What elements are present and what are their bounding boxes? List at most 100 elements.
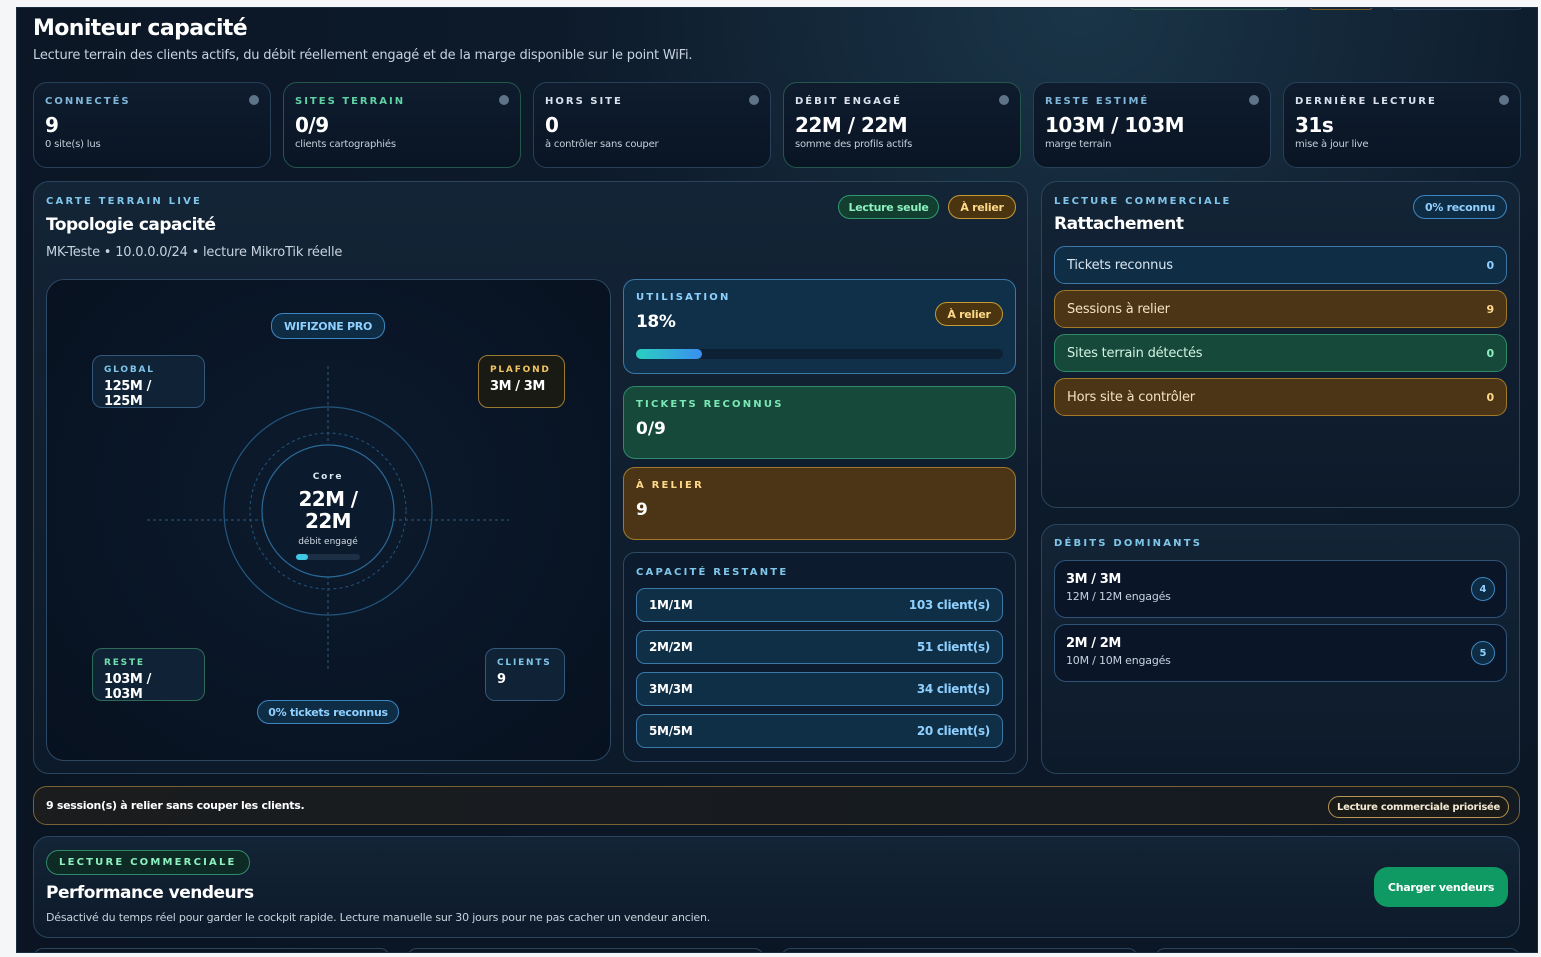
debit-sub: 12M / 12M engagés — [1066, 590, 1171, 603]
capacite-profile: 3M/3M — [649, 682, 693, 696]
capacite-label: Capacité restante — [636, 567, 789, 578]
rattachement-eyebrow: Lecture commerciale — [1054, 196, 1232, 207]
utilisation-card: Utilisation 18% À relier — [623, 279, 1016, 374]
tickets-value: 0/9 — [636, 419, 666, 439]
node-plafond: Plafond 3M / 3M — [478, 355, 565, 408]
rattachement-row-sites: Sites terrain détectés 0 — [1054, 334, 1507, 372]
capacite-clients: 20 client(s) — [916, 724, 990, 738]
debit-title: 3M / 3M — [1066, 572, 1121, 587]
core-progress-fill — [296, 554, 308, 560]
kpi-label: Reste estimé — [1045, 96, 1150, 107]
capacity-monitor: Moniteur capacité Lecture terrain des cl… — [16, 7, 1538, 953]
vendeurs-subtitle: Désactivé du temps réel pour garder le c… — [46, 911, 711, 924]
topology-subtitle: MK-Teste • 10.0.0.0/24 • lecture MikroTi… — [46, 245, 343, 260]
capacite-row: 3M/3M 34 client(s) — [636, 672, 1003, 706]
debits-panel: Débits dominants 3M / 3M 12M / 12M engag… — [1041, 524, 1520, 774]
page-title: Moniteur capacité — [33, 16, 248, 41]
debit-item: 3M / 3M 12M / 12M engagés 4 — [1054, 560, 1507, 618]
capacite-profile: 1M/1M — [649, 598, 693, 612]
tickets-label: Tickets reconnus — [636, 399, 784, 410]
row-label: Sites terrain détectés — [1067, 345, 1203, 361]
vendeur-card — [781, 948, 1138, 952]
utilisation-bar — [636, 349, 1003, 359]
debits-eyebrow: Débits dominants — [1054, 538, 1203, 549]
row-value: 9 — [1486, 302, 1495, 316]
status-dot-icon — [1249, 95, 1259, 105]
kpi-label: Sites terrain — [295, 96, 406, 107]
node-value: 9 — [497, 672, 506, 687]
node-label: Clients — [497, 658, 552, 668]
capacite-row: 1M/1M 103 client(s) — [636, 588, 1003, 622]
kpi-card-connectes: Connectés 9 0 site(s) lus — [33, 82, 271, 168]
top-action-hint[interactable] — [1392, 8, 1522, 10]
core-label: Core — [312, 472, 344, 482]
rattachement-row-sessions: Sessions à relier 9 — [1054, 290, 1507, 328]
status-dot-icon — [249, 95, 259, 105]
status-dot-icon — [999, 95, 1009, 105]
kpi-card-derniere-lecture: Dernière lecture 31s mise à jour live — [1283, 82, 1521, 168]
alert-text: 9 session(s) à relier sans couper les cl… — [46, 799, 305, 812]
rattachement-title: Rattachement — [1054, 214, 1184, 234]
utilisation-bar-fill — [636, 349, 703, 359]
kpi-card-sites: Sites terrain 0/9 clients cartographiés — [283, 82, 521, 168]
kpi-card-hors-site: Hors site 0 à contrôler sans couper — [533, 82, 771, 168]
vendeurs-panel: Lecture commerciale Performance vendeurs… — [33, 836, 1520, 938]
capacite-clients: 103 client(s) — [908, 598, 991, 612]
kpi-sub: 0 site(s) lus — [45, 139, 101, 150]
node-value: 3M / 3M — [490, 379, 545, 394]
kpi-value: 9 — [45, 113, 59, 137]
top-action-hint[interactable] — [1309, 8, 1373, 10]
core-value: 22M / 22M — [298, 487, 358, 533]
kpi-sub: somme des profils actifs — [795, 139, 913, 150]
kpi-sub: marge terrain — [1045, 139, 1112, 150]
readonly-badge: Lecture seule — [838, 195, 939, 219]
vendeur-card — [1155, 948, 1520, 952]
charger-vendeurs-button[interactable]: Charger vendeurs — [1374, 867, 1508, 907]
capacite-clients: 51 client(s) — [916, 640, 990, 654]
node-label: Reste — [104, 658, 145, 668]
row-label: Hors site à contrôler — [1067, 389, 1195, 405]
debit-item: 2M / 2M 10M / 10M engagés 5 — [1054, 624, 1507, 682]
status-dot-icon — [1499, 95, 1509, 105]
status-dot-icon — [499, 95, 509, 105]
kpi-value: 0 — [545, 113, 559, 137]
capacite-profile: 5M/5M — [649, 724, 693, 738]
kpi-label: Dernière lecture — [1295, 96, 1437, 107]
network-name-badge: WIFIZONE PRO — [271, 313, 385, 339]
alert-strip: 9 session(s) à relier sans couper les cl… — [33, 786, 1520, 825]
rattachement-row-tickets: Tickets reconnus 0 — [1054, 246, 1507, 284]
reconnu-badge: 0% reconnu — [1413, 195, 1507, 219]
relier-badge: À relier — [935, 302, 1003, 326]
vendeurs-title: Performance vendeurs — [46, 883, 254, 903]
row-value: 0 — [1486, 390, 1495, 404]
capacite-card: Capacité restante 1M/1M 103 client(s) 2M… — [623, 552, 1016, 762]
vendeurs-tag-label: Lecture commerciale — [59, 857, 237, 868]
kpi-sub: à contrôler sans couper — [545, 139, 659, 150]
kpi-label: Hors site — [545, 96, 623, 107]
node-reste: Reste 103M / 103M — [92, 648, 205, 702]
debit-title: 2M / 2M — [1066, 636, 1121, 651]
kpi-value: 0/9 — [295, 113, 329, 137]
kpi-value: 103M / 103M — [1045, 113, 1185, 137]
row-value: 0 — [1486, 258, 1495, 272]
node-clients: Clients 9 — [485, 648, 565, 701]
capacite-row: 2M/2M 51 client(s) — [636, 630, 1003, 664]
tickets-card: Tickets reconnus 0/9 — [623, 386, 1016, 459]
rattachement-panel: Lecture commerciale Rattachement 0% reco… — [1041, 181, 1520, 508]
node-value: 103M / 103M — [104, 672, 151, 702]
tickets-reconnus-badge: 0% tickets reconnus — [257, 700, 399, 724]
debit-sub: 10M / 10M engagés — [1066, 654, 1171, 667]
top-action-hint[interactable] — [1130, 8, 1288, 10]
relier-badge: À relier — [948, 195, 1016, 219]
node-global: Global 125M / 125M — [92, 355, 205, 409]
kpi-value: 31s — [1295, 113, 1334, 137]
kpi-sub: mise à jour live — [1295, 139, 1369, 150]
core-sub: débit engagé — [298, 537, 358, 547]
relier-label: À relier — [636, 480, 704, 491]
node-label: Global — [104, 365, 155, 375]
kpi-value: 22M / 22M — [795, 113, 908, 137]
core-node: Core 22M / 22M débit engagé — [268, 472, 388, 560]
row-label: Sessions à relier — [1067, 301, 1170, 317]
status-dot-icon — [749, 95, 759, 105]
kpi-card-reste: Reste estimé 103M / 103M marge terrain — [1033, 82, 1271, 168]
